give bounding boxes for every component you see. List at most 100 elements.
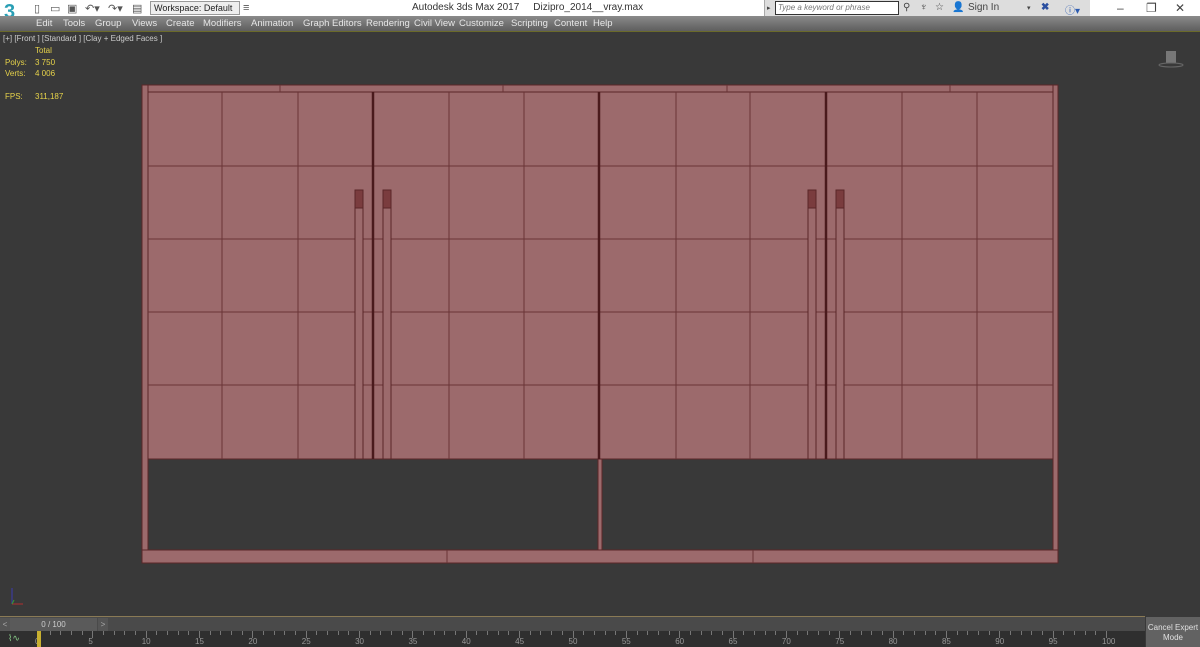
timeline-tick — [231, 631, 233, 635]
timeline-tick-label: 95 — [1048, 637, 1058, 646]
timeline-tick-label: 90 — [995, 637, 1005, 646]
timeline-tick — [348, 631, 350, 635]
top-rail — [141, 84, 1059, 93]
timeline-tick — [188, 631, 190, 635]
middle-post — [597, 458, 603, 551]
timeline-tick-label: 55 — [621, 637, 631, 646]
timeline-tick — [849, 631, 851, 635]
timeline-tick-label: 65 — [728, 637, 738, 646]
timeline-tick — [1084, 631, 1086, 635]
curve-editor-icon[interactable]: ⌇∿ — [8, 633, 20, 644]
timeline-tick — [263, 631, 265, 635]
timeline-tick — [60, 631, 62, 635]
timeline-tick — [241, 631, 243, 635]
timeline-tick-label: 40 — [461, 637, 471, 646]
timeline-tick — [903, 631, 905, 635]
timeline-tick — [561, 631, 563, 635]
timeline-tick-label: 5 — [88, 637, 93, 646]
timeline-tick — [337, 631, 339, 635]
timeline-tick-label: 70 — [781, 637, 791, 646]
timeline-tick — [977, 631, 979, 635]
timeline-tick — [796, 631, 798, 635]
timeline-tick — [807, 631, 809, 635]
right-post — [1052, 84, 1059, 564]
timeline-tick-label: 100 — [1102, 637, 1116, 646]
timeline-tick-label: 20 — [248, 637, 258, 646]
timeline-tick — [529, 631, 531, 635]
timeline-tick — [103, 631, 105, 635]
left-post — [141, 84, 149, 564]
timeline-tick — [369, 631, 371, 635]
timeline-tick-label: 75 — [835, 637, 845, 646]
timeline-tick — [433, 631, 435, 635]
timeline-tick — [1041, 631, 1043, 635]
timeline-tick — [860, 631, 862, 635]
timeline-tick — [551, 631, 553, 635]
timeline-tick — [49, 631, 51, 635]
timeline-tick — [476, 631, 478, 635]
timeline-tick-label: 60 — [675, 637, 685, 646]
timeline-tick-label: 25 — [301, 637, 311, 646]
timeline-tick-label: 35 — [408, 637, 418, 646]
cancel-expert-mode-button[interactable]: Cancel Expert Mode — [1146, 617, 1200, 647]
timeline-tick-label: 80 — [888, 637, 898, 646]
timeline-tick — [828, 631, 830, 635]
timeline-tick — [636, 631, 638, 635]
timeline-tick — [71, 631, 72, 635]
timeline-tick — [391, 631, 393, 635]
timeline-tick — [924, 631, 926, 635]
timeline-tick — [775, 631, 777, 635]
timeline-tick — [295, 631, 297, 635]
time-slider[interactable]: 0 / 100 — [10, 618, 97, 631]
timeline-tick — [871, 631, 873, 635]
cabinet-model — [141, 84, 1059, 564]
timeline-tick-label: 85 — [941, 637, 951, 646]
timeline-tick — [988, 631, 990, 635]
timeline-tick — [273, 631, 275, 635]
timeline-tick — [380, 631, 382, 635]
timeline-tick — [167, 631, 169, 635]
timeline-tick — [220, 631, 222, 635]
prev-frame-button[interactable]: < — [0, 618, 10, 631]
timeline-tick — [284, 631, 286, 635]
timeline-tick — [135, 631, 137, 635]
timeline-tick — [615, 631, 617, 635]
timeline-tick — [1031, 631, 1033, 635]
timeline-tick — [956, 631, 958, 635]
timeline-tick — [327, 631, 329, 635]
timeline-tick — [156, 631, 158, 635]
time-slider-bar: < 0 / 100 > — [0, 616, 1145, 631]
timeline-tick — [487, 631, 489, 635]
timeline-tick — [124, 631, 126, 635]
next-frame-button[interactable]: > — [98, 618, 108, 631]
timeline-tick — [1063, 631, 1065, 635]
timeline-tick-label: 10 — [141, 637, 151, 646]
timeline-tick — [967, 631, 969, 635]
timeline-tick — [444, 631, 446, 635]
timeline-tick — [743, 631, 745, 635]
bottom-rail — [141, 549, 1059, 564]
timeline-tick — [497, 631, 499, 635]
front-viewport[interactable] — [0, 0, 1200, 610]
timeline-tick-label: 45 — [515, 637, 525, 646]
timeline-tick — [593, 631, 595, 635]
timeline-tick — [604, 631, 606, 635]
timeline-tick — [209, 631, 211, 635]
timeline-tick — [540, 631, 542, 635]
timeline-tick-label: 15 — [195, 637, 204, 646]
timeline-tick-label: 30 — [355, 637, 364, 646]
current-frame-marker[interactable] — [37, 631, 41, 647]
timeline-tick — [1095, 631, 1097, 635]
timeline-tick — [583, 631, 585, 635]
timeline-tick — [1073, 631, 1075, 635]
door-panels — [147, 91, 1054, 460]
timeline-ruler[interactable]: ⌇∿ 0510152025303540455055606570758085909… — [0, 631, 1145, 647]
timeline-tick — [423, 631, 425, 635]
timeline-tick — [177, 631, 179, 635]
timeline-tick — [657, 631, 659, 635]
timeline-tick — [935, 631, 937, 635]
timeline-tick — [700, 631, 702, 635]
timeline-tick — [881, 631, 883, 635]
timeline-tick — [508, 631, 510, 635]
timeline-tick — [316, 631, 318, 635]
